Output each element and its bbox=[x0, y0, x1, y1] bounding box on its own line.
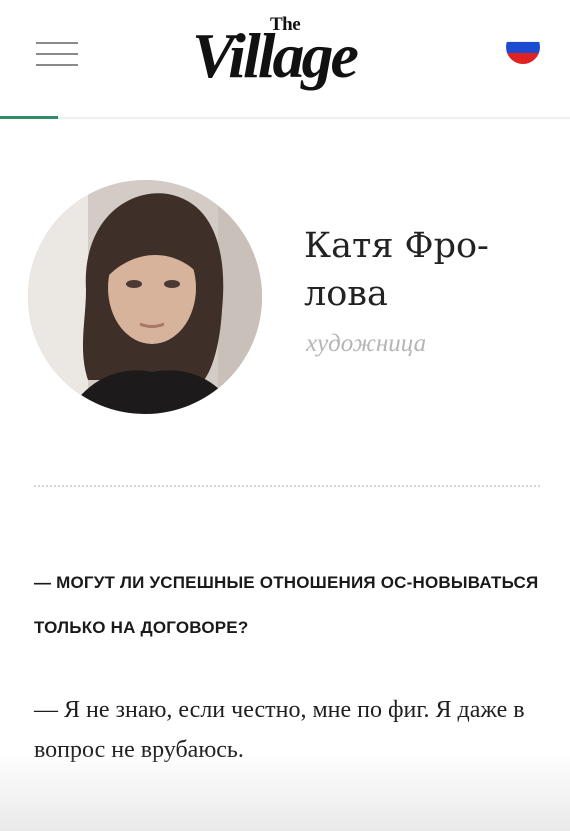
author-portrait-image bbox=[28, 180, 262, 414]
header-divider bbox=[0, 117, 570, 119]
menu-bar-middle bbox=[36, 53, 78, 55]
interview-answer: — Я не знаю, если честно, мне по фиг. Я … bbox=[34, 697, 525, 763]
menu-bar-bottom bbox=[36, 64, 78, 66]
author-role: художница bbox=[306, 330, 427, 357]
russia-flag-icon[interactable] bbox=[506, 30, 540, 64]
site-header: The Village bbox=[0, 0, 570, 118]
logo-main-text: Village bbox=[192, 20, 359, 91]
hamburger-menu-icon[interactable] bbox=[36, 42, 80, 68]
section-divider bbox=[34, 485, 540, 487]
site-logo[interactable]: The Village bbox=[192, 14, 412, 104]
header-accent-bar bbox=[0, 116, 58, 119]
author-name: Катя Фро-лова bbox=[304, 226, 489, 314]
author-avatar bbox=[28, 180, 262, 414]
interview-question: — МОГУТ ЛИ УСПЕШНЫЕ ОТНОШЕНИЯ ОС-НОВЫВАТ… bbox=[34, 573, 539, 637]
menu-bar-top bbox=[36, 42, 78, 44]
flag-stripe-red bbox=[506, 53, 540, 64]
flag-stripe-blue bbox=[506, 42, 540, 53]
flag-stripe-white bbox=[506, 30, 540, 42]
